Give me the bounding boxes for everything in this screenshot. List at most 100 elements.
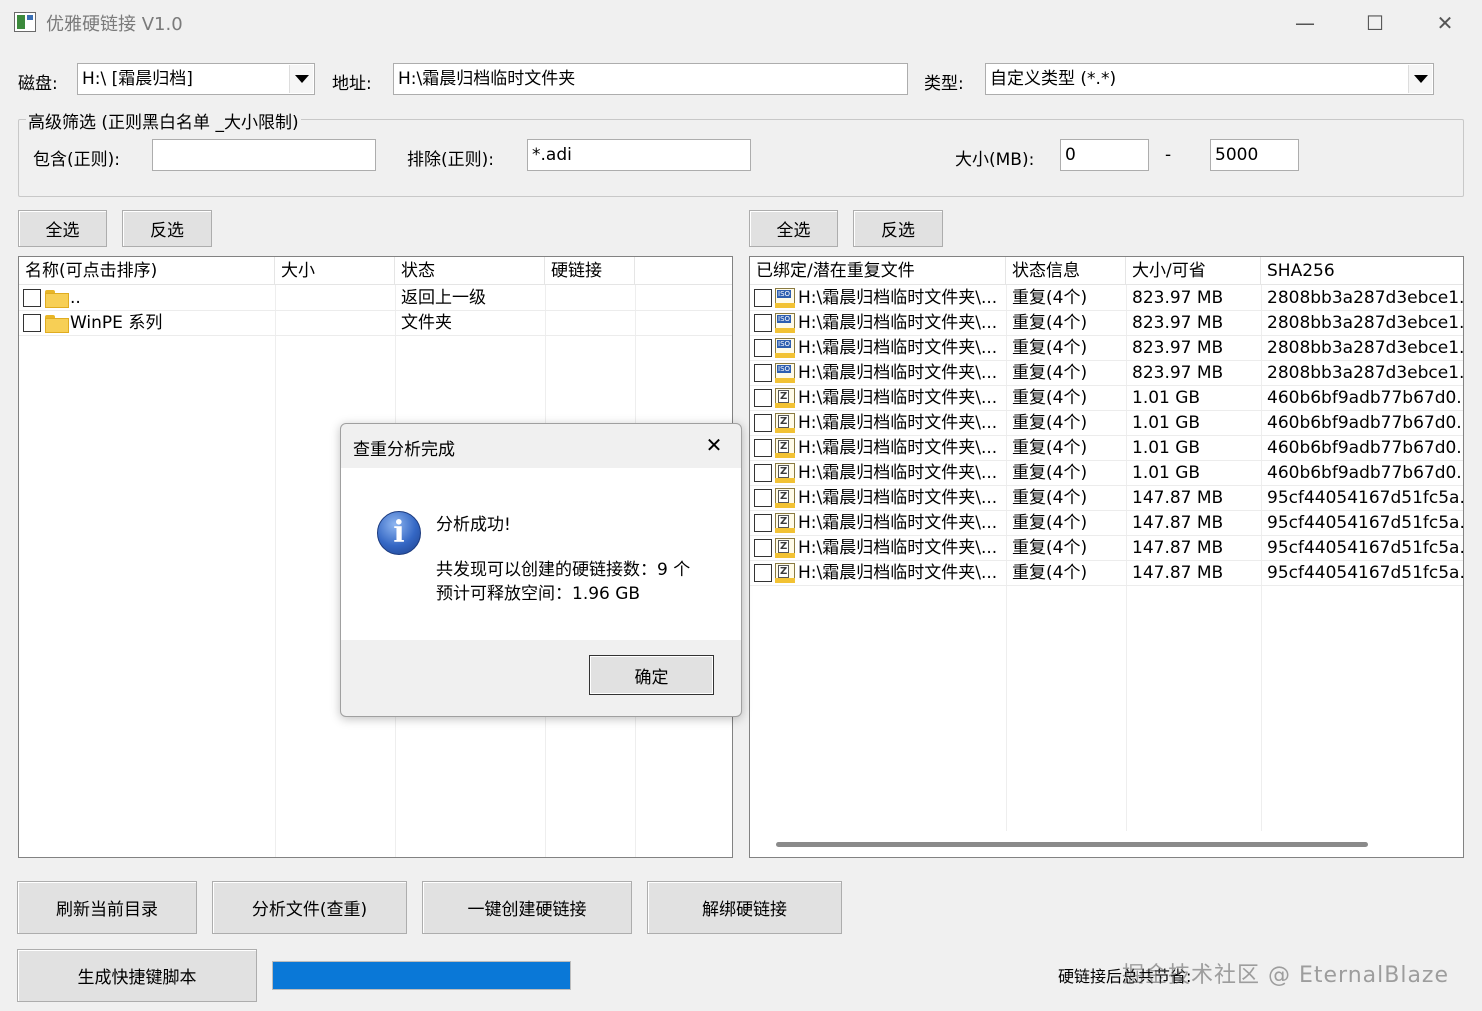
horizontal-scrollbar[interactable] (776, 842, 1368, 847)
row-checkbox[interactable] (754, 364, 772, 382)
chevron-down-icon[interactable] (289, 65, 313, 93)
item-size (275, 286, 395, 311)
table-row[interactable]: H:\霜晨归档临时文件夹\... 重复(4个) 147.87 MB 95cf44054… (750, 511, 1463, 536)
disk-select[interactable]: H:\ [霜晨归档] (77, 63, 315, 95)
row-checkbox[interactable] (754, 539, 772, 557)
analysis-complete-dialog: 查重分析完成 ✕ i 分析成功! 共发现可以创建的硬链接数：9 个 预计可释放空… (340, 423, 742, 717)
row-checkbox[interactable] (754, 389, 772, 407)
include-label: 包含(正则): (33, 150, 120, 170)
list-item[interactable]: WinPE 系列 文件夹 (19, 311, 732, 336)
include-regex-input[interactable] (152, 139, 376, 171)
item-size (275, 311, 395, 336)
path-label: 地址: (332, 74, 372, 94)
column-header-state[interactable]: 状态信息 (1006, 257, 1126, 285)
size-max-input[interactable]: 5000 (1210, 139, 1299, 171)
table-row[interactable]: H:\霜晨归档临时文件夹\... 重复(4个) 823.97 MB 2808bb3a2… (750, 361, 1463, 386)
archive-file-icon (775, 563, 795, 583)
file-sha256: 95cf44054167d51fc5a... (1267, 537, 1463, 558)
file-status: 重复(4个) (1012, 562, 1088, 583)
row-checkbox[interactable] (754, 564, 772, 582)
table-row[interactable]: H:\霜晨归档临时文件夹\... 重复(4个) 823.97 MB 2808bb3a2… (750, 311, 1463, 336)
right-invert-button[interactable]: 反选 (853, 210, 943, 247)
generate-script-button[interactable]: 生成快捷键脚本 (17, 949, 257, 1002)
row-checkbox[interactable] (23, 314, 41, 332)
file-status: 重复(4个) (1012, 437, 1088, 458)
column-header-size[interactable]: 大小 (275, 257, 395, 285)
dialog-close-icon[interactable]: ✕ (699, 430, 729, 460)
list-item[interactable]: .. 返回上一级 (19, 286, 732, 311)
column-header-name[interactable]: 名称(可点击排序) (19, 257, 275, 285)
file-size: 1.01 GB (1132, 412, 1201, 433)
row-checkbox[interactable] (754, 489, 772, 507)
size-min-input[interactable]: 0 (1060, 139, 1149, 171)
row-checkbox[interactable] (754, 464, 772, 482)
row-checkbox[interactable] (754, 414, 772, 432)
file-status: 重复(4个) (1012, 337, 1088, 358)
table-row[interactable]: H:\霜晨归档临时文件夹\... 重复(4个) 147.87 MB 95cf44054… (750, 561, 1463, 586)
type-select[interactable]: 自定义类型 (*.*) (985, 63, 1434, 95)
file-size: 147.87 MB (1132, 512, 1224, 533)
window-title: 优雅硬链接 V1.0 (46, 14, 183, 35)
column-header-path[interactable]: 已绑定/潜在重复文件 (750, 257, 1006, 285)
file-sha256: 95cf44054167d51fc5a... (1267, 562, 1463, 583)
right-select-all-button[interactable]: 全选 (749, 210, 838, 247)
refresh-directory-button[interactable]: 刷新当前目录 (17, 881, 197, 934)
table-row[interactable]: H:\霜晨归档临时文件夹\... 重复(4个) 1.01 GB 460b6bf9adb… (750, 411, 1463, 436)
ok-button[interactable]: 确定 (589, 655, 714, 695)
table-row[interactable]: H:\霜晨归档临时文件夹\... 重复(4个) 823.97 MB 2808bb3a2… (750, 336, 1463, 361)
file-path: H:\霜晨归档临时文件夹\... (798, 512, 998, 533)
create-hardlinks-button[interactable]: 一键创建硬链接 (422, 881, 632, 934)
dialog-message-count: 共发现可以创建的硬链接数：9 个 (436, 560, 691, 580)
progress-bar (272, 961, 571, 990)
left-invert-button[interactable]: 反选 (122, 210, 212, 247)
file-path: H:\霜晨归档临时文件夹\... (798, 287, 998, 308)
table-row[interactable]: H:\霜晨归档临时文件夹\... 重复(4个) 1.01 GB 460b6bf9adb… (750, 386, 1463, 411)
table-row[interactable]: H:\霜晨归档临时文件夹\... 重复(4个) 147.87 MB 95cf44054… (750, 536, 1463, 561)
row-checkbox[interactable] (754, 314, 772, 332)
unbind-hardlinks-button[interactable]: 解绑硬链接 (647, 881, 842, 934)
archive-file-icon (775, 538, 795, 558)
path-input[interactable]: H:\霜晨归档临时文件夹 (393, 63, 908, 95)
close-button[interactable]: ✕ (1410, 0, 1480, 46)
analyze-files-button[interactable]: 分析文件(查重) (212, 881, 407, 934)
progress-bar-fill (273, 962, 570, 989)
left-select-all-button[interactable]: 全选 (18, 210, 107, 247)
exclude-regex-input[interactable]: *.adi (527, 139, 751, 171)
table-row[interactable]: H:\霜晨归档临时文件夹\... 重复(4个) 1.01 GB 460b6bf9adb… (750, 436, 1463, 461)
type-select-value: 自定义类型 (*.*) (990, 69, 1117, 89)
table-row[interactable]: H:\霜晨归档临时文件夹\... 重复(4个) 147.87 MB 95cf44054… (750, 486, 1463, 511)
iso-file-icon (775, 313, 795, 333)
file-size: 147.87 MB (1132, 487, 1224, 508)
dialog-message-success: 分析成功! (436, 515, 511, 535)
row-checkbox[interactable] (754, 514, 772, 532)
file-list-header: 名称(可点击排序) 大小 状态 硬链接 (19, 257, 732, 285)
table-row[interactable]: H:\霜晨归档临时文件夹\... 重复(4个) 823.97 MB 2808bb3a2… (750, 286, 1463, 311)
archive-file-icon (775, 488, 795, 508)
file-sha256: 95cf44054167d51fc5a... (1267, 487, 1463, 508)
file-size: 1.01 GB (1132, 462, 1201, 483)
row-checkbox[interactable] (754, 339, 772, 357)
file-size: 147.87 MB (1132, 537, 1224, 558)
minimize-button[interactable]: — (1270, 0, 1340, 46)
duplicate-file-list[interactable]: 已绑定/潜在重复文件 状态信息 大小/可省 SHA256 H:\霜晨归档临时文件… (749, 256, 1464, 858)
column-header-status[interactable]: 状态 (395, 257, 545, 285)
maximize-button[interactable]: ☐ (1340, 0, 1410, 46)
row-checkbox[interactable] (754, 439, 772, 457)
watermark: 掘金技术社区 @ EternalBlaze (1122, 963, 1450, 988)
file-status: 重复(4个) (1012, 362, 1088, 383)
iso-file-icon (775, 288, 795, 308)
title-bar (0, 0, 1482, 46)
column-header-size-saved[interactable]: 大小/可省 (1126, 257, 1261, 285)
table-row[interactable]: H:\霜晨归档临时文件夹\... 重复(4个) 1.01 GB 460b6bf9adb… (750, 461, 1463, 486)
column-header-sha256[interactable]: SHA256 (1261, 257, 1463, 285)
exclude-label: 排除(正则): (407, 150, 494, 170)
column-header-hardlink[interactable]: 硬链接 (545, 257, 635, 285)
file-size: 823.97 MB (1132, 287, 1224, 308)
chevron-down-icon[interactable] (1408, 65, 1432, 93)
item-name: WinPE 系列 (70, 312, 163, 333)
row-checkbox[interactable] (754, 289, 772, 307)
row-checkbox[interactable] (23, 289, 41, 307)
folder-icon (45, 315, 69, 333)
item-status: 返回上一级 (401, 287, 486, 308)
archive-file-icon (775, 463, 795, 483)
